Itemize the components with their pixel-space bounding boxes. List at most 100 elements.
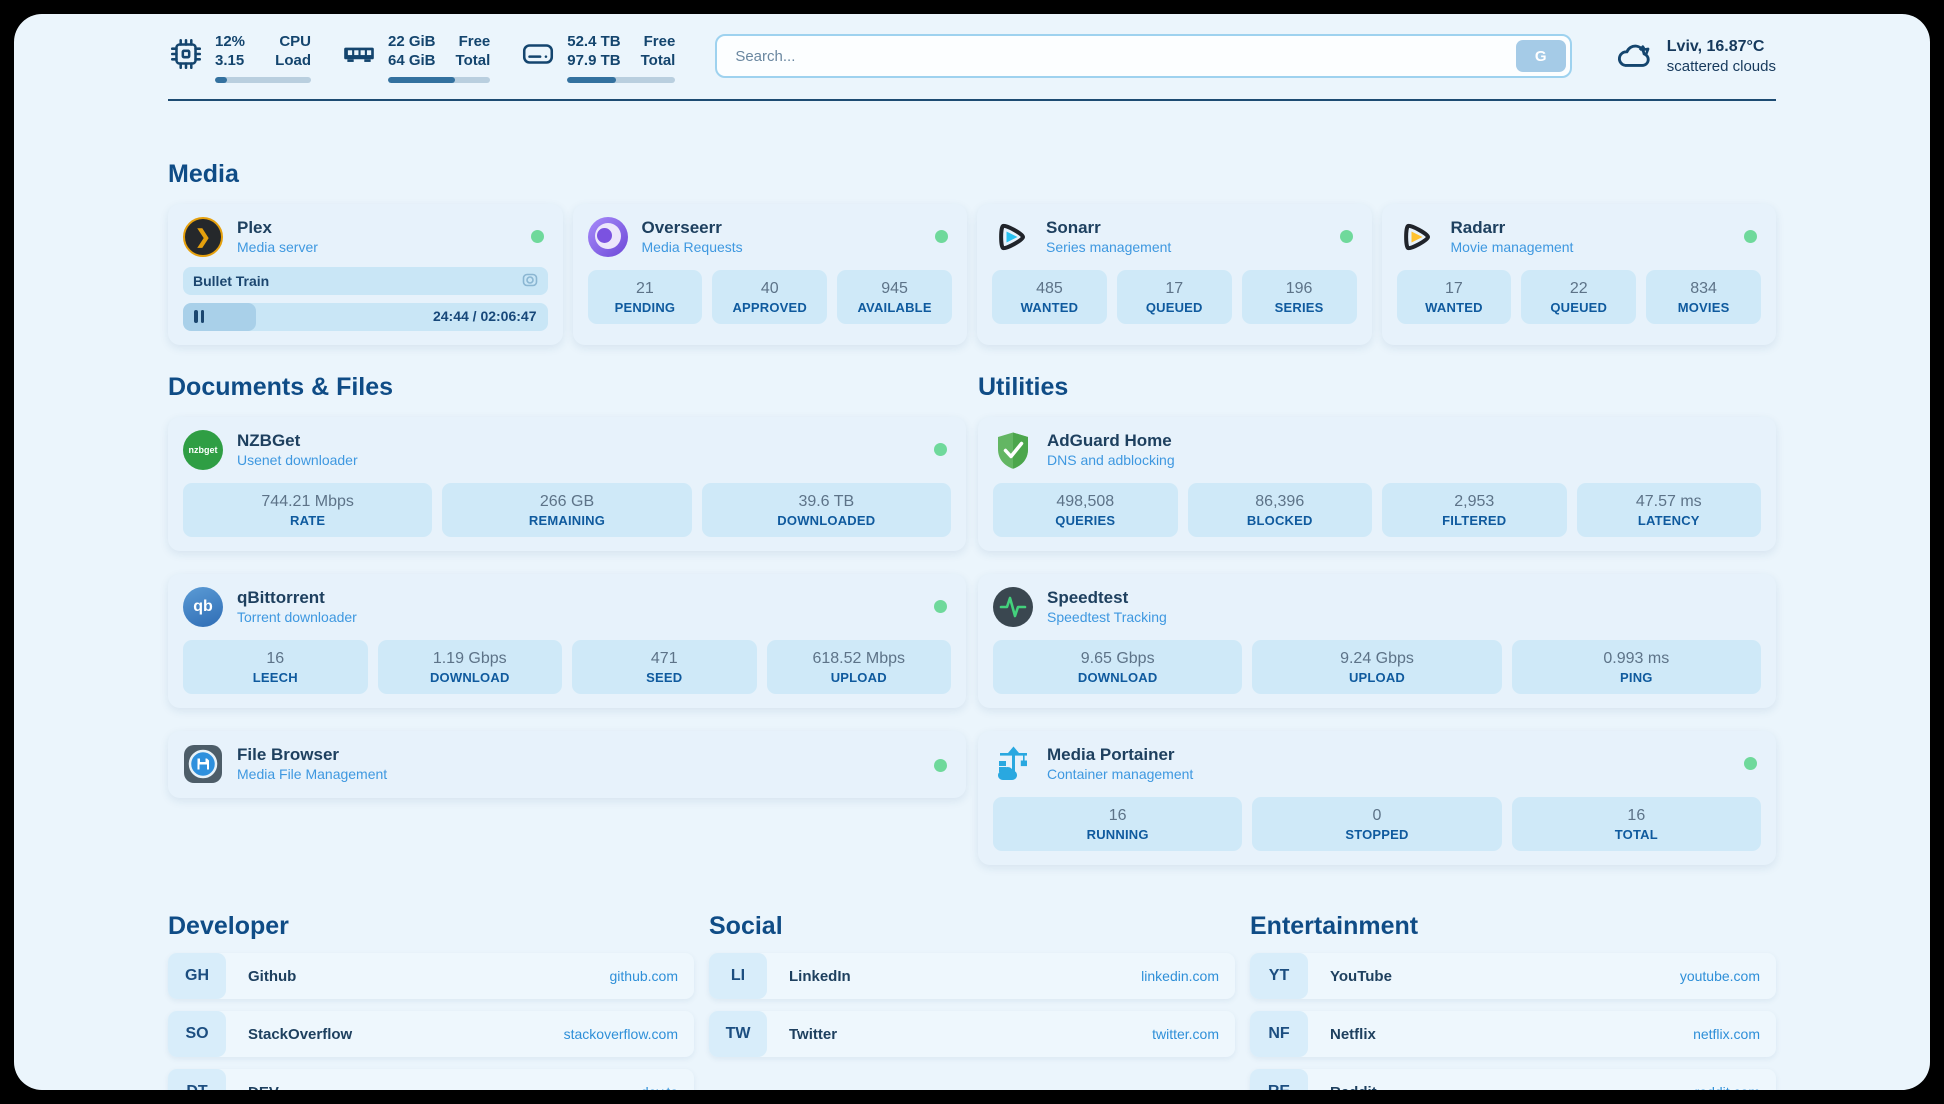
- section-title-documents: Documents & Files: [168, 372, 966, 402]
- app-subtitle: Series management: [1046, 238, 1171, 257]
- stat-label: WANTED: [998, 299, 1101, 317]
- ram-progress-fill: [388, 77, 455, 83]
- dashboard-panel: 12%CPU 3.15Load 22 GiBFree 64 GiBTotal: [14, 14, 1930, 1090]
- bookmark-stackoverflow[interactable]: SO StackOverflow stackoverflow.com: [168, 1011, 694, 1057]
- stat-tile: 16TOTAL: [1512, 797, 1761, 851]
- media-cards-row: ❯ Plex Media server Bullet Train 24:44 /: [168, 204, 1776, 345]
- app-title: NZBGet: [237, 430, 358, 451]
- app-card-filebrowser[interactable]: File Browser Media File Management: [168, 731, 966, 798]
- stat-tile: 2,953FILTERED: [1382, 483, 1567, 537]
- bookmark-name: YouTube: [1330, 968, 1392, 985]
- app-card-overseerr[interactable]: Overseerr Media Requests 21PENDING 40APP…: [573, 204, 968, 345]
- stat-label: DOWNLOADED: [708, 512, 945, 530]
- app-card-speedtest[interactable]: Speedtest Speedtest Tracking 9.65 GbpsDO…: [978, 574, 1776, 708]
- ram-icon: [341, 36, 377, 72]
- app-subtitle: Torrent downloader: [237, 608, 357, 627]
- stat-tile: 0STOPPED: [1252, 797, 1501, 851]
- stat-label: LEECH: [189, 669, 362, 687]
- stat-label: WANTED: [1403, 299, 1506, 317]
- disk-icon: [520, 36, 556, 72]
- stat-value: 834: [1652, 278, 1755, 299]
- bookmark-twitter[interactable]: TW Twitter twitter.com: [709, 1011, 1235, 1057]
- stat-tile: 485WANTED: [992, 270, 1107, 324]
- developer-section: Developer GH Github github.com SO StackO…: [168, 911, 694, 1090]
- stat-tile: 9.24 GbpsUPLOAD: [1252, 640, 1501, 694]
- cpu-widget: 12%CPU 3.15Load: [168, 32, 311, 83]
- stat-value: 16: [1518, 805, 1755, 826]
- status-dot: [934, 759, 947, 772]
- social-section: Social LI LinkedIn linkedin.com TW Twitt…: [709, 911, 1235, 1057]
- documents-column: Documents & Files nzbget NZBGet Usenet d…: [168, 372, 966, 798]
- bookmark-youtube[interactable]: YT YouTube youtube.com: [1250, 953, 1776, 999]
- disk-free: 52.4 TB: [567, 32, 620, 51]
- stat-value: 744.21 Mbps: [189, 491, 426, 512]
- stat-label: FILTERED: [1388, 512, 1561, 530]
- app-subtitle: Media Requests: [642, 238, 743, 257]
- stat-label: RUNNING: [999, 826, 1236, 844]
- bookmark-url: github.com: [610, 968, 678, 984]
- disk-label-2: Total: [641, 51, 676, 70]
- bookmark-reddit[interactable]: RE Reddit reddit.com: [1250, 1069, 1776, 1090]
- bookmark-abbr: GH: [168, 953, 226, 999]
- bookmark-dev[interactable]: DT DEV dev.to: [168, 1069, 694, 1090]
- search-input[interactable]: [717, 48, 1515, 65]
- bookmark-url: netflix.com: [1693, 1026, 1760, 1042]
- stat-tile: 945AVAILABLE: [837, 270, 952, 324]
- bookmark-linkedin[interactable]: LI LinkedIn linkedin.com: [709, 953, 1235, 999]
- stat-tile: 47.57 msLATENCY: [1577, 483, 1762, 537]
- app-subtitle: Speedtest Tracking: [1047, 608, 1167, 627]
- nzbget-icon: nzbget: [183, 430, 223, 470]
- app-card-qbittorrent[interactable]: qb qBittorrent Torrent downloader 16LEEC…: [168, 574, 966, 708]
- bookmark-name: LinkedIn: [789, 968, 851, 985]
- disk-widget: 52.4 TBFree 97.9 TBTotal: [520, 32, 675, 83]
- status-dot: [934, 443, 947, 456]
- stat-tile: 744.21 MbpsRATE: [183, 483, 432, 537]
- bookmark-url: stackoverflow.com: [564, 1026, 678, 1042]
- app-card-sonarr[interactable]: Sonarr Series management 485WANTED 17QUE…: [977, 204, 1372, 345]
- status-dot: [935, 230, 948, 243]
- adguard-icon: [993, 430, 1033, 470]
- app-card-adguard[interactable]: AdGuard Home DNS and adblocking 498,508Q…: [978, 417, 1776, 551]
- stat-label: SEED: [578, 669, 751, 687]
- weather-location-temp: Lviv, 16.87°C: [1667, 36, 1776, 57]
- stat-value: 485: [998, 278, 1101, 299]
- camera-icon: [522, 272, 538, 291]
- bookmark-url: linkedin.com: [1141, 968, 1219, 984]
- bookmark-name: Github: [248, 968, 296, 985]
- stat-tile: 40APPROVED: [712, 270, 827, 324]
- app-subtitle: Usenet downloader: [237, 451, 358, 470]
- weather-condition: scattered clouds: [1667, 57, 1776, 76]
- app-card-portainer[interactable]: Media Portainer Container management 16R…: [978, 731, 1776, 865]
- cpu-label-1: CPU: [279, 32, 311, 51]
- app-title: Sonarr: [1046, 217, 1171, 238]
- ram-total: 64 GiB: [388, 51, 436, 70]
- app-title: AdGuard Home: [1047, 430, 1175, 451]
- bookmark-abbr: NF: [1250, 1011, 1308, 1057]
- filebrowser-icon: [183, 744, 223, 784]
- stat-value: 0.993 ms: [1518, 648, 1755, 669]
- stat-value: 498,508: [999, 491, 1172, 512]
- stat-label: APPROVED: [718, 299, 821, 317]
- app-title: Overseerr: [642, 217, 743, 238]
- bookmark-github[interactable]: GH Github github.com: [168, 953, 694, 999]
- system-widgets: 12%CPU 3.15Load 22 GiBFree 64 GiBTotal: [168, 32, 675, 83]
- stat-tile: 618.52 MbpsUPLOAD: [767, 640, 952, 694]
- stat-tile: 16LEECH: [183, 640, 368, 694]
- bookmark-url: dev.to: [641, 1084, 678, 1090]
- bookmark-abbr: LI: [709, 953, 767, 999]
- stat-value: 945: [843, 278, 946, 299]
- stat-label: QUEUED: [1527, 299, 1630, 317]
- search-engine-button[interactable]: G: [1516, 40, 1566, 72]
- app-card-nzbget[interactable]: nzbget NZBGet Usenet downloader 744.21 M…: [168, 417, 966, 551]
- bookmark-netflix[interactable]: NF Netflix netflix.com: [1250, 1011, 1776, 1057]
- header: 12%CPU 3.15Load 22 GiBFree 64 GiBTotal: [168, 32, 1776, 83]
- app-card-plex[interactable]: ❯ Plex Media server Bullet Train 24:44 /: [168, 204, 563, 345]
- stat-label: LATENCY: [1583, 512, 1756, 530]
- disk-label-1: Free: [644, 32, 676, 51]
- app-card-radarr[interactable]: Radarr Movie management 17WANTED 22QUEUE…: [1382, 204, 1777, 345]
- utilities-column: Utilities AdGuard Home DNS and adblockin…: [978, 372, 1776, 865]
- stat-value: 47.57 ms: [1583, 491, 1756, 512]
- stat-tile: 834MOVIES: [1646, 270, 1761, 324]
- stat-value: 16: [189, 648, 362, 669]
- section-title-social: Social: [709, 911, 1235, 941]
